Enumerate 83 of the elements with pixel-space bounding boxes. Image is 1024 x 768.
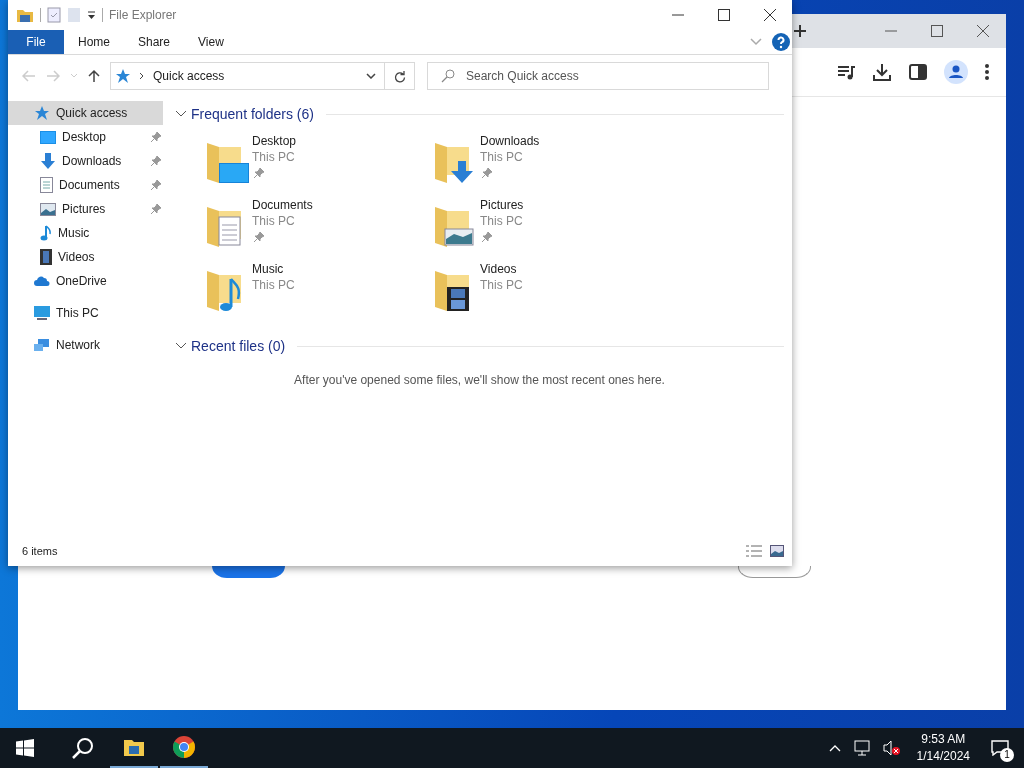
sidebar-item[interactable]: OneDrive [8,269,163,293]
folder-location: This PC [480,277,523,293]
folder-tile[interactable]: Music This PC [205,261,433,325]
cloud-icon [34,275,50,287]
empty-message: After you've opened some files, we'll show the most recent ones here. [293,373,666,387]
collapse-chevron-icon[interactable] [175,342,187,350]
ribbon-tab[interactable]: Home [64,30,124,54]
customize-caret-icon[interactable] [87,10,96,20]
sidebar-item[interactable]: Videos [8,245,163,269]
sidebar-item[interactable]: Pictures [8,197,163,221]
section-title: Recent files (0) [191,338,286,354]
sidebar-item[interactable]: Downloads [8,149,163,173]
item-count: 6 items [22,545,58,557]
reload-button[interactable] [212,566,285,578]
ribbon-tab[interactable]: View [184,30,238,54]
music-note-icon [40,225,52,241]
folder-name: Pictures [480,197,524,213]
refresh-button[interactable] [385,62,415,90]
file-explorer-icon[interactable] [123,737,145,757]
folder-name: Music [252,261,284,277]
details-button[interactable] [738,566,811,578]
network-icon [34,337,50,353]
start-icon[interactable] [16,739,34,757]
chrome-icon[interactable] [172,735,196,759]
download-icon[interactable] [872,62,892,82]
folder-location: This PC [252,213,295,229]
chevron-icon [139,72,145,80]
side-panel-icon[interactable] [908,62,928,82]
profile-icon[interactable] [944,60,968,84]
star-icon [115,68,131,84]
search-icon[interactable] [72,737,94,759]
sidebar-item[interactable]: Music [8,221,163,245]
search-icon [441,69,455,83]
sidebar-item[interactable]: Documents [8,173,163,197]
notification-button[interactable]: 1 [980,728,1020,768]
new-tab-icon[interactable] [793,24,807,38]
download-arrow-icon [40,153,56,169]
network-icon[interactable] [852,740,871,756]
desktop-icon [40,130,56,144]
sidebar-item[interactable]: Quick access [8,101,163,125]
folder-location: This PC [480,213,523,229]
refresh-icon [393,69,406,83]
window-title: File Explorer [109,8,177,22]
film-icon [40,249,52,265]
up-icon[interactable] [88,69,100,83]
clock-date[interactable]: 1/14/2024 [916,748,970,765]
sidebar-item[interactable]: This PC [8,301,163,325]
document-icon [40,177,53,193]
folder-tile[interactable]: Videos This PC [433,261,661,325]
sidebar-item[interactable]: Desktop [8,125,163,149]
collapse-chevron-icon[interactable] [175,110,187,118]
message-icon [991,740,1009,756]
folder-name: Videos [480,261,517,277]
close-icon[interactable] [764,9,776,21]
more-icon[interactable] [984,62,990,82]
ribbon-tab[interactable]: Share [124,30,185,54]
folder-location: This PC [252,277,295,293]
maximize-icon[interactable] [718,9,730,21]
address-bar[interactable]: Quick access [110,62,385,90]
close-icon[interactable] [976,24,990,38]
folder-tile[interactable]: Desktop This PC [205,133,433,197]
picture-icon [40,202,56,216]
large-icons-view-icon[interactable] [770,545,784,557]
dropdown-icon[interactable] [366,73,376,79]
star-icon [34,105,50,121]
folder-location: This PC [480,149,523,165]
search-field[interactable]: Search Quick access [427,62,769,90]
folder-icon [16,7,34,23]
folder-tile[interactable]: Documents This PC [205,197,433,261]
folder-name: Desktop [252,133,297,149]
folder-tile[interactable]: Pictures This PC [433,197,661,261]
sidebar-item[interactable]: Network [8,333,163,357]
folder-location: This PC [252,149,295,165]
clock-time[interactable]: 9:53 AM [921,731,966,748]
volume-muted-icon[interactable] [882,740,901,756]
chevron-up-icon[interactable] [828,744,841,752]
folder-name: Documents [252,197,313,213]
computer-icon [34,305,50,321]
folder-tile[interactable]: Downloads This PC [433,133,661,197]
maximize-icon[interactable] [930,24,944,38]
help-icon[interactable] [772,33,790,51]
section-title: Frequent folders (6) [191,106,314,122]
folder-name: Downloads [480,133,540,149]
